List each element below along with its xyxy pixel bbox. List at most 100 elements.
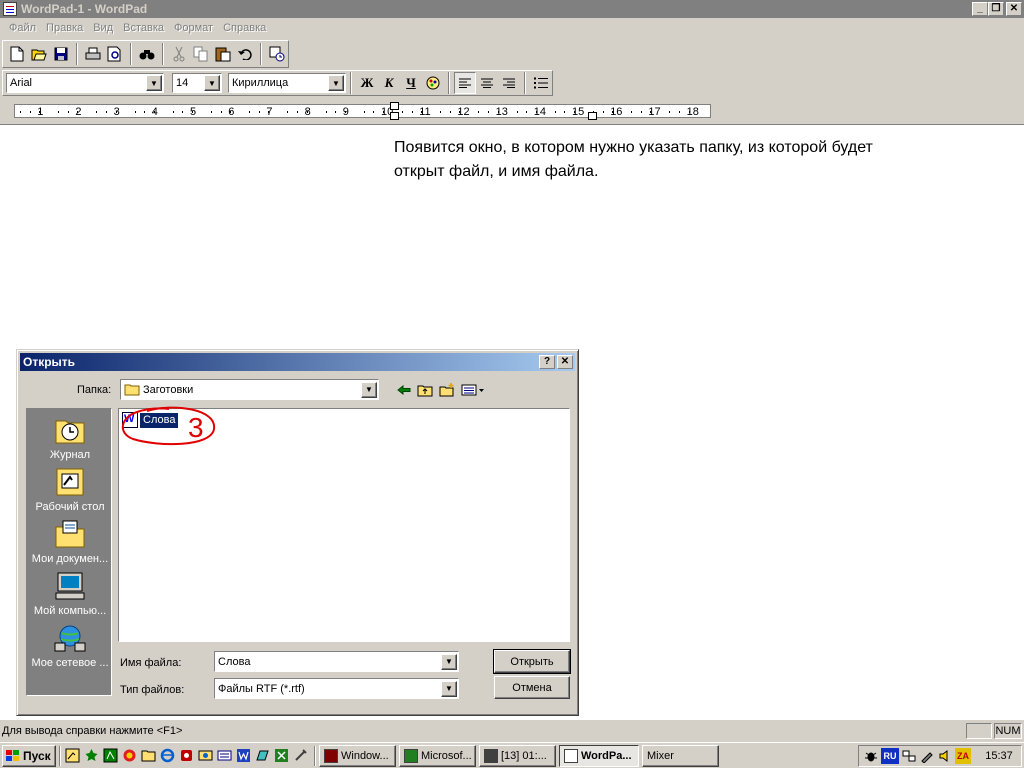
new-document-icon[interactable]	[6, 43, 28, 65]
chevron-down-icon[interactable]: ▼	[328, 75, 344, 91]
underline-button[interactable]: Ч	[400, 72, 422, 94]
close-button[interactable]: ✕	[1006, 2, 1022, 16]
align-center-icon[interactable]	[476, 72, 498, 94]
chevron-down-icon[interactable]: ▼	[146, 75, 162, 91]
ruler-tick	[96, 111, 98, 113]
dialog-help-button[interactable]: ?	[539, 355, 555, 369]
place-label: Журнал	[49, 449, 91, 461]
folder-combo[interactable]: Заготовки ▼	[120, 379, 379, 400]
taskbar-separator	[59, 745, 61, 766]
font-size-combo[interactable]: 14 ▼	[172, 73, 222, 93]
clock[interactable]: 15:37	[981, 750, 1017, 762]
quicklaunch-puzzle-icon[interactable]	[83, 747, 100, 764]
italic-button[interactable]: К	[378, 72, 400, 94]
menu-file[interactable]: Файл	[4, 22, 41, 34]
tray-zonealarm-icon[interactable]: ZA	[955, 747, 971, 764]
menu-view[interactable]: Вид	[88, 22, 118, 34]
print-icon[interactable]	[82, 43, 104, 65]
restore-button[interactable]: ❐	[988, 2, 1004, 16]
place-history[interactable]: Журнал	[27, 415, 113, 461]
quicklaunch-desktop-icon[interactable]	[64, 747, 81, 764]
cut-icon[interactable]	[168, 43, 190, 65]
font-name-combo[interactable]: Arial ▼	[6, 73, 164, 93]
chevron-down-icon[interactable]: ▼	[204, 75, 220, 91]
open-folder-icon[interactable]	[28, 43, 50, 65]
place-network[interactable]: Мое сетевое ...	[27, 623, 113, 669]
find-icon[interactable]	[136, 43, 158, 65]
place-label: Мои докумен...	[31, 553, 109, 565]
task-button-13[interactable]: [13] 01:...	[479, 744, 556, 767]
quicklaunch-game-icon[interactable]	[102, 747, 119, 764]
place-my-documents[interactable]: Мои докумен...	[27, 519, 113, 565]
tray-network-icon[interactable]	[901, 748, 917, 764]
ruler-tick	[526, 111, 528, 113]
task-button-windows[interactable]: Window...	[319, 744, 396, 767]
chevron-down-icon[interactable]: ▼	[441, 680, 457, 697]
quicklaunch-keyboard-icon[interactable]	[216, 747, 233, 764]
quicklaunch-mail-icon[interactable]	[197, 747, 214, 764]
open-button[interactable]: Открыть	[493, 649, 571, 674]
quicklaunch-word-icon[interactable]	[235, 747, 252, 764]
filetype-select[interactable]: Файлы RTF (*.rtf) ▼	[214, 678, 459, 699]
ruler-label: 3	[113, 106, 120, 118]
quicklaunch-ie-icon[interactable]	[159, 747, 176, 764]
save-icon[interactable]	[50, 43, 72, 65]
filename-field[interactable]: Слова ▼	[214, 651, 459, 672]
up-folder-icon[interactable]	[415, 380, 435, 400]
insert-datetime-icon[interactable]	[266, 43, 288, 65]
start-button[interactable]: Пуск	[2, 744, 56, 767]
annotation-circle	[122, 406, 216, 446]
print-preview-icon[interactable]	[104, 43, 126, 65]
chevron-down-icon[interactable]: ▼	[361, 381, 377, 398]
cancel-button[interactable]: Отмена	[494, 676, 570, 699]
copy-icon[interactable]	[190, 43, 212, 65]
minimize-button[interactable]: _	[972, 2, 988, 16]
menu-edit[interactable]: Правка	[41, 22, 88, 34]
align-right-icon[interactable]	[498, 72, 520, 94]
place-desktop[interactable]: Рабочий стол	[27, 467, 113, 513]
filename-value: Слова	[218, 655, 251, 668]
ruler-indent-marker[interactable]	[390, 102, 399, 110]
ruler-tick	[678, 111, 680, 113]
font-size-value: 14	[176, 77, 189, 89]
bullets-icon[interactable]	[530, 72, 552, 94]
tray-volume-icon[interactable]	[937, 748, 953, 764]
file-list[interactable]: Слова 3	[118, 406, 570, 642]
menu-help[interactable]: Справка	[218, 22, 271, 34]
chevron-down-icon[interactable]: ▼	[441, 653, 457, 670]
quicklaunch-audio-icon[interactable]	[178, 747, 195, 764]
paste-icon[interactable]	[212, 43, 234, 65]
color-icon[interactable]	[422, 72, 444, 94]
status-text: Для вывода справки нажмите <F1>	[2, 725, 183, 737]
title-bar[interactable]: WordPad-1 - WordPad _ ❐ ✕	[0, 0, 1024, 18]
ruler-left-margin-marker[interactable]	[390, 112, 399, 120]
dialog-close-button[interactable]: ✕	[557, 355, 573, 369]
quicklaunch-folder-icon[interactable]	[140, 747, 157, 764]
dialog-title-bar[interactable]: Открыть ? ✕	[20, 353, 575, 371]
script-combo[interactable]: Кириллица ▼	[228, 73, 346, 93]
new-folder-icon[interactable]	[437, 380, 457, 400]
task-button-wordpad[interactable]: WordPa...	[559, 744, 639, 767]
bold-button[interactable]: Ж	[356, 72, 378, 94]
tray-language-indicator[interactable]: RU	[881, 747, 899, 764]
history-icon	[54, 415, 86, 445]
tray-bug-icon[interactable]	[863, 748, 879, 764]
ruler-tick	[411, 111, 413, 113]
align-left-icon[interactable]	[454, 72, 476, 94]
quicklaunch-colorful-icon[interactable]	[121, 747, 138, 764]
task-button-microsoft[interactable]: Microsof...	[399, 744, 476, 767]
menu-insert[interactable]: Вставка	[118, 22, 169, 34]
toolbar-separator	[524, 72, 526, 94]
ruler-right-margin-marker[interactable]	[588, 112, 597, 120]
place-my-computer[interactable]: Мой компью...	[27, 571, 113, 617]
undo-icon[interactable]	[234, 43, 256, 65]
menu-format[interactable]: Формат	[169, 22, 218, 34]
quicklaunch-tool-icon[interactable]	[292, 747, 309, 764]
view-menu-icon[interactable]	[459, 380, 487, 400]
tray-tool-icon[interactable]	[919, 748, 935, 764]
wordpad-app-icon[interactable]	[3, 2, 17, 16]
quicklaunch-excel-icon[interactable]	[273, 747, 290, 764]
quicklaunch-paint-icon[interactable]	[254, 747, 271, 764]
task-button-mixer[interactable]: Mixer	[642, 744, 719, 767]
back-icon[interactable]	[394, 380, 414, 400]
